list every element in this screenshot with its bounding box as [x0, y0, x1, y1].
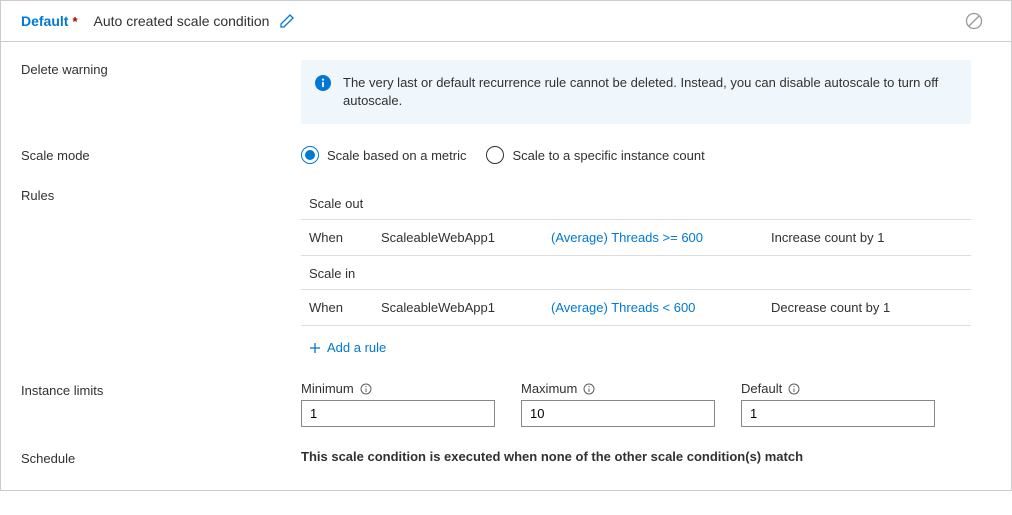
- rule-resource: ScaleableWebApp1: [381, 230, 551, 245]
- rule-resource: ScaleableWebApp1: [381, 300, 551, 315]
- schedule-text: This scale condition is executed when no…: [301, 449, 991, 464]
- edit-icon[interactable]: [279, 13, 295, 29]
- rule-condition-link[interactable]: (Average) Threads >= 600: [551, 230, 771, 245]
- plus-icon: [309, 342, 321, 354]
- scale-in-rule-row[interactable]: When ScaleableWebApp1 (Average) Threads …: [301, 290, 971, 325]
- radio-scale-metric-label: Scale based on a metric: [327, 148, 466, 163]
- rule-when: When: [309, 230, 381, 245]
- rule-action: Decrease count by 1: [771, 300, 963, 315]
- minimum-field: Minimum: [301, 381, 495, 427]
- info-circle-icon[interactable]: [583, 383, 595, 395]
- delete-warning-callout: The very last or default recurrence rule…: [301, 60, 971, 124]
- condition-subtitle: Auto created scale condition: [94, 13, 270, 29]
- instance-limits-fields: Minimum Maximum: [301, 381, 971, 427]
- scale-in-title: Scale in: [301, 256, 971, 289]
- maximum-label: Maximum: [521, 381, 577, 396]
- scale-mode-label: Scale mode: [21, 146, 301, 163]
- scale-condition-card: Default * Auto created scale condition D…: [0, 0, 1012, 491]
- scale-mode-radio-group: Scale based on a metric Scale to a speci…: [301, 146, 991, 164]
- rules-table: Scale out When ScaleableWebApp1 (Average…: [301, 186, 971, 359]
- scale-out-rule-row[interactable]: When ScaleableWebApp1 (Average) Threads …: [301, 220, 971, 255]
- required-asterisk: *: [72, 14, 77, 29]
- schedule-label: Schedule: [21, 449, 301, 466]
- minimum-label: Minimum: [301, 381, 354, 396]
- delete-warning-row: Delete warning The very last or default …: [21, 60, 991, 124]
- info-icon: [315, 75, 331, 91]
- rule-action: Increase count by 1: [771, 230, 963, 245]
- radio-scale-metric[interactable]: Scale based on a metric: [301, 146, 466, 164]
- disable-icon[interactable]: [965, 12, 983, 30]
- default-input[interactable]: [741, 400, 935, 427]
- add-rule-label: Add a rule: [327, 340, 386, 355]
- maximum-field: Maximum: [521, 381, 715, 427]
- info-circle-icon[interactable]: [360, 383, 372, 395]
- rules-label: Rules: [21, 186, 301, 203]
- radio-scale-specific[interactable]: Scale to a specific instance count: [486, 146, 704, 164]
- default-label: Default: [741, 381, 782, 396]
- instance-limits-row: Instance limits Minimum: [21, 381, 991, 427]
- rule-when: When: [309, 300, 381, 315]
- instance-limits-label: Instance limits: [21, 381, 301, 398]
- info-circle-icon[interactable]: [788, 383, 800, 395]
- radio-circle-icon: [486, 146, 504, 164]
- radio-circle-icon: [301, 146, 319, 164]
- rule-condition-link[interactable]: (Average) Threads < 600: [551, 300, 771, 315]
- radio-scale-specific-label: Scale to a specific instance count: [512, 148, 704, 163]
- card-header: Default * Auto created scale condition: [1, 1, 1011, 42]
- card-body: Delete warning The very last or default …: [1, 42, 1011, 490]
- schedule-row: Schedule This scale condition is execute…: [21, 449, 991, 466]
- delete-warning-text: The very last or default recurrence rule…: [343, 74, 955, 110]
- scale-out-title: Scale out: [301, 186, 971, 219]
- maximum-input[interactable]: [521, 400, 715, 427]
- minimum-input[interactable]: [301, 400, 495, 427]
- rules-row: Rules Scale out When ScaleableWebApp1 (A…: [21, 186, 991, 359]
- add-rule-button[interactable]: Add a rule: [301, 326, 971, 359]
- delete-warning-label: Delete warning: [21, 60, 301, 77]
- default-field: Default: [741, 381, 935, 427]
- condition-name: Default: [21, 13, 68, 29]
- scale-mode-row: Scale mode Scale based on a metric Scale…: [21, 146, 991, 164]
